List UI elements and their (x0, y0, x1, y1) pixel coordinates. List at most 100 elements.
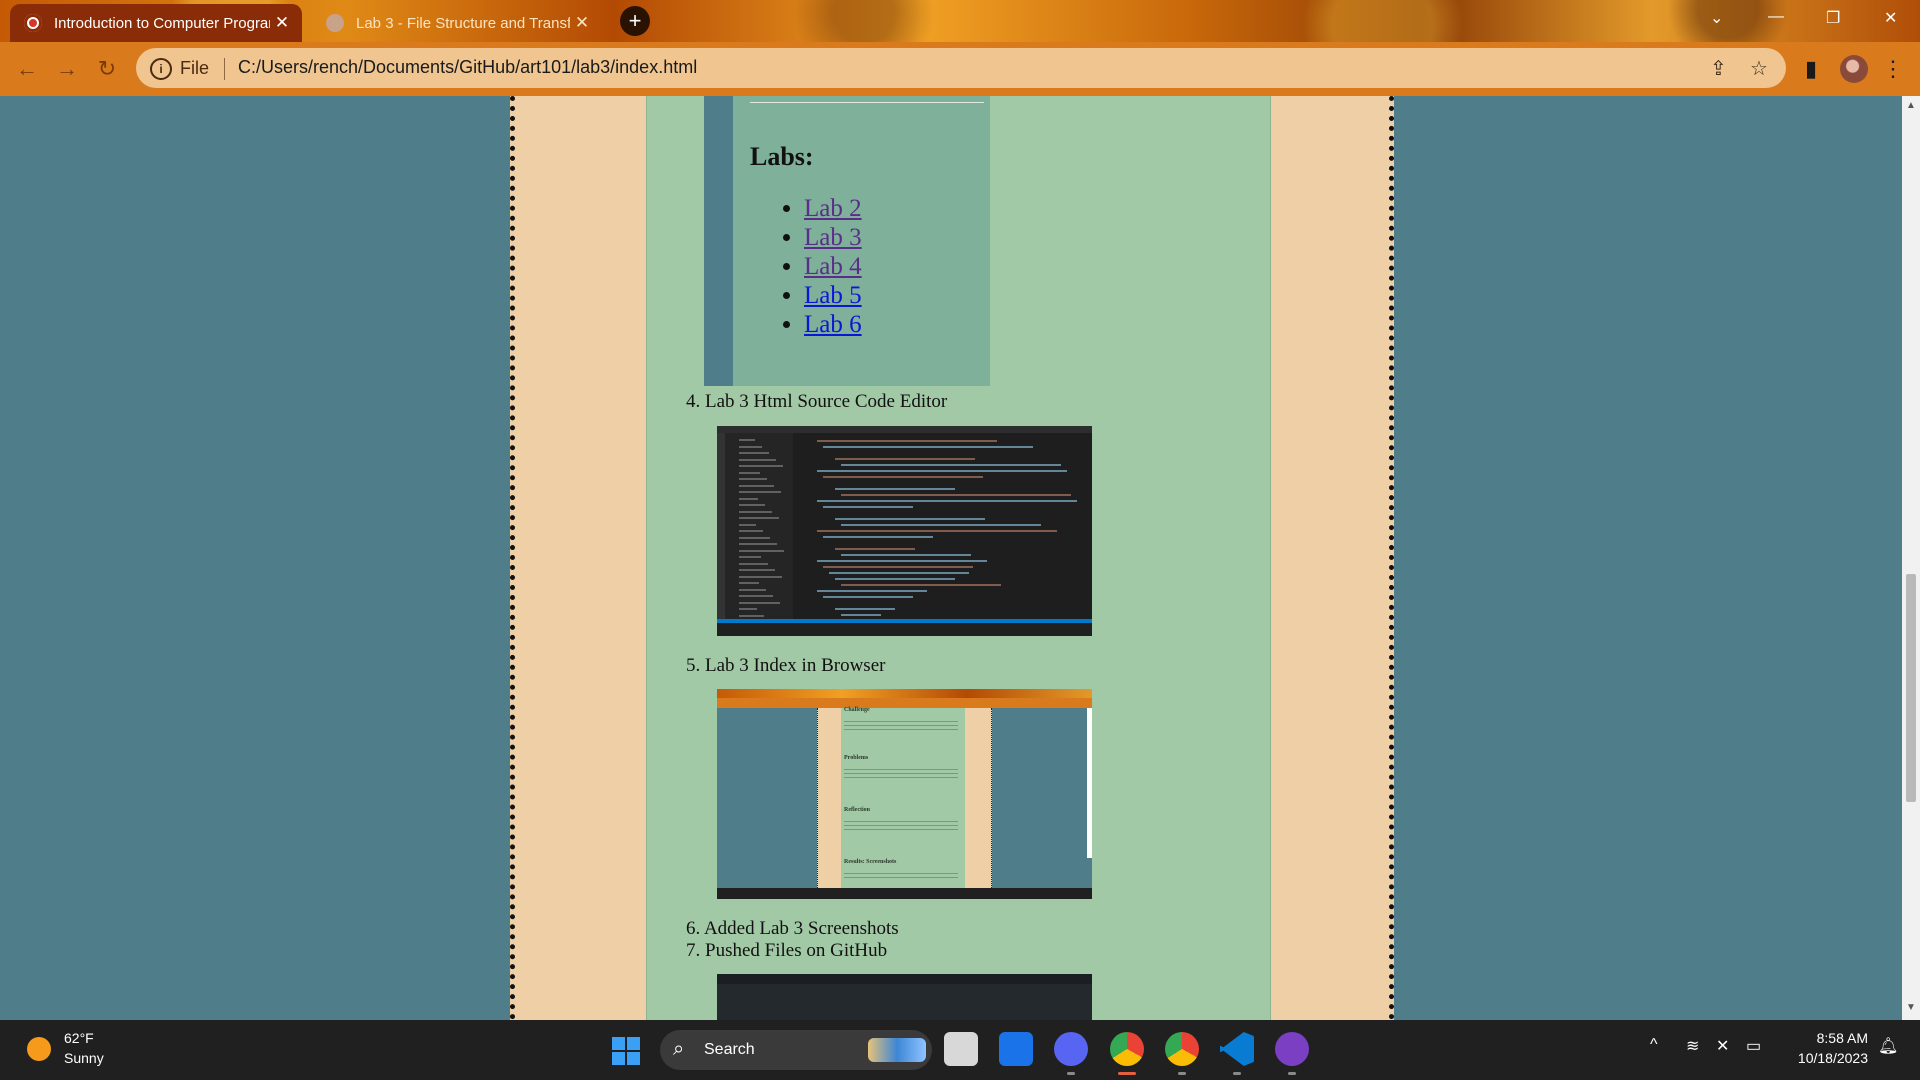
browser-screenshot: Challenge Problems Reflection Results: S… (717, 689, 1092, 899)
explorer-line (739, 595, 773, 597)
start-icon[interactable] (612, 1037, 640, 1065)
explorer-line (739, 523, 756, 526)
code-line (841, 464, 1061, 466)
code-line (829, 572, 969, 574)
lab-link-4[interactable]: Lab 4 (804, 253, 862, 280)
calendar-icon[interactable] (999, 1032, 1033, 1066)
menu-icon[interactable]: ⋮ (1878, 54, 1908, 84)
volume-muted-icon[interactable]: ✕ (1716, 1036, 1729, 1056)
code-line (817, 590, 927, 592)
explorer-line (739, 465, 783, 467)
lab-link-5[interactable]: Lab 5 (804, 282, 862, 309)
code-line (817, 500, 1077, 502)
explorer-line (739, 588, 766, 591)
side-panel-icon[interactable]: ▮ (1796, 54, 1826, 84)
address-bar[interactable]: i File C:/Users/rench/Documents/GitHub/a… (136, 48, 1786, 88)
scroll-up-icon[interactable]: ▲ (1906, 100, 1916, 111)
divider (224, 58, 225, 80)
step-text: Lab 3 Html Source Code Editor (705, 391, 948, 412)
labs-nav: Labs: Lab 2 Lab 3 Lab 4 Lab 5 Lab 6 (704, 96, 990, 386)
lab-link-3[interactable]: Lab 3 (804, 224, 862, 251)
explorer-line (739, 556, 761, 558)
page-scrollbar[interactable]: ▲ ▼ (1902, 96, 1920, 1020)
explorer-line (739, 575, 782, 578)
explorer-line (739, 484, 774, 487)
back-icon[interactable]: ← (12, 54, 42, 84)
step-6-7: 6. Added Lab 3 Screenshots 7. Pushed Fil… (686, 918, 899, 962)
step-6: 6. Added Lab 3 Screenshots (686, 918, 899, 940)
tab-lab3[interactable]: Lab 3 - File Structure and Transfer ✕ (312, 4, 602, 42)
search-icon: ⌕ (673, 1038, 685, 1060)
step-text: Lab 3 Index in Browser (705, 655, 886, 676)
chrome-profile-icon[interactable] (1165, 1032, 1199, 1066)
url-text[interactable]: C:/Users/rench/Documents/GitHub/art101/l… (238, 57, 697, 78)
wifi-icon[interactable]: ≋ (1686, 1036, 1699, 1056)
vscode-icon[interactable] (1220, 1032, 1254, 1066)
scheme-label: File (180, 58, 210, 78)
forward-icon[interactable]: → (52, 54, 82, 84)
search-highlight-icon (868, 1038, 926, 1062)
section-heading: Results: Screenshots (844, 859, 897, 865)
code-line (817, 560, 987, 562)
tab-strip: Introduction to Computer Programming ✕ L… (0, 0, 1920, 42)
code-line (823, 596, 913, 598)
github-desktop-screenshot (717, 974, 1092, 1020)
code-line (841, 494, 1071, 496)
close-window-icon[interactable]: ✕ (1884, 8, 1897, 28)
labs-list: Lab 2 Lab 3 Lab 4 Lab 5 Lab 6 (780, 194, 862, 339)
profile-avatar[interactable] (1840, 55, 1868, 83)
reload-icon[interactable]: ↻ (92, 54, 122, 84)
browser-toolbar: ← → ↻ i File C:/Users/rench/Documents/Gi… (0, 42, 1920, 96)
scroll-thumb[interactable] (1906, 574, 1916, 802)
search-label: Search (704, 1041, 755, 1058)
tab-introduction[interactable]: Introduction to Computer Programming ✕ (10, 4, 302, 42)
explorer-line (739, 497, 758, 500)
chevron-up-icon[interactable]: ^ (1650, 1036, 1658, 1054)
close-icon[interactable]: ✕ (570, 13, 594, 33)
taskbar-search[interactable]: ⌕ Search (660, 1030, 932, 1070)
chrome-icon[interactable] (1110, 1032, 1144, 1066)
scroll-down-icon[interactable]: ▼ (1906, 1002, 1916, 1013)
section-heading: Reflection (844, 807, 870, 813)
github-desktop-icon[interactable] (1275, 1032, 1309, 1066)
code-line (823, 536, 933, 538)
new-tab-button[interactable]: + (620, 6, 650, 36)
explorer-line (739, 471, 760, 474)
info-icon[interactable]: i (150, 58, 172, 80)
battery-icon[interactable]: ▭ (1746, 1036, 1761, 1056)
share-icon[interactable]: ⇪ (1710, 56, 1727, 81)
clock-date[interactable]: 10/18/2023 (1788, 1050, 1868, 1066)
discord-icon[interactable] (1054, 1032, 1088, 1066)
task-view-icon[interactable] (944, 1032, 978, 1066)
notification-icon[interactable]: 🔔︎ (1878, 1036, 1898, 1056)
code-line (823, 506, 913, 508)
lab-link-6[interactable]: Lab 6 (804, 311, 862, 338)
section-heading: Challenge (844, 707, 870, 713)
minimize-icon[interactable]: — (1768, 8, 1784, 26)
explorer-line (739, 452, 769, 454)
sun-icon[interactable] (27, 1037, 51, 1061)
explorer-line (739, 517, 779, 519)
step-5: 5. Lab 3 Index in Browser (686, 655, 885, 677)
weather-condition[interactable]: Sunny (64, 1050, 104, 1066)
section-heading: Problems (844, 755, 869, 761)
code-line (835, 488, 955, 490)
maximize-icon[interactable]: ❐ (1826, 8, 1840, 28)
code-line (841, 524, 1041, 526)
nav-strip (704, 96, 733, 386)
explorer-line (739, 549, 784, 552)
step-7: 7. Pushed Files on GitHub (686, 940, 899, 962)
code-line (835, 518, 985, 520)
code-line (835, 578, 955, 580)
lab-link-2[interactable]: Lab 2 (804, 195, 862, 222)
star-icon[interactable]: ☆ (1750, 56, 1768, 81)
tab-search-icon[interactable]: ⌄ (1710, 8, 1723, 28)
clock-time[interactable]: 8:58 AM (1812, 1030, 1868, 1046)
code-line (823, 476, 983, 478)
explorer-line (739, 458, 776, 461)
explorer-line (739, 445, 762, 448)
code-line (835, 608, 895, 610)
close-icon[interactable]: ✕ (270, 13, 294, 33)
tab-title: Lab 3 - File Structure and Transfer (356, 14, 570, 32)
weather-temp[interactable]: 62°F (64, 1030, 94, 1046)
